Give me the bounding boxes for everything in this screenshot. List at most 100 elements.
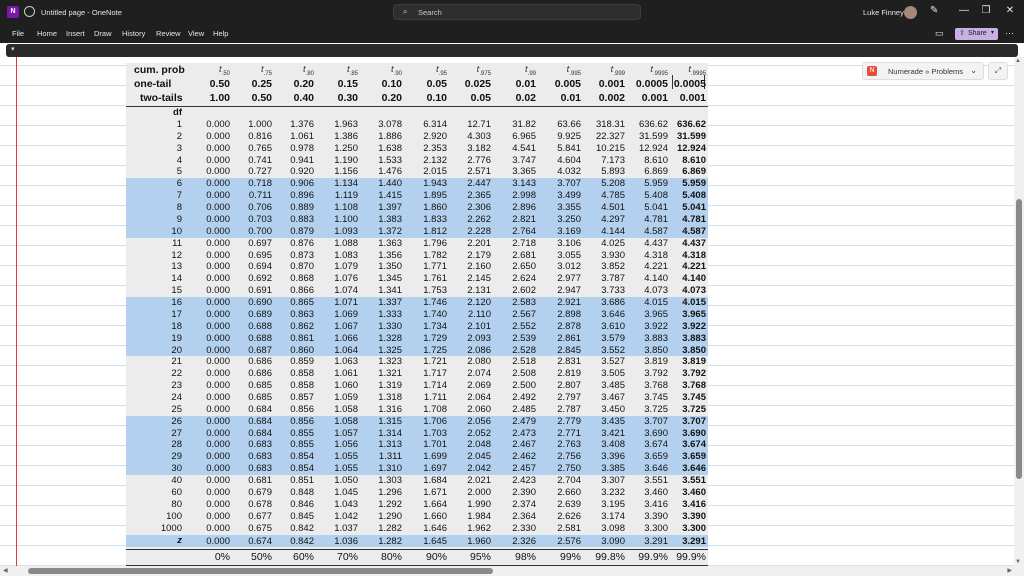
value-cell: 4.144 — [601, 225, 625, 237]
scroll-up-icon[interactable]: ▲ — [1015, 58, 1021, 64]
value-cell: 0.000 — [206, 225, 230, 237]
value-cell: 1.063 — [334, 356, 358, 368]
vertical-scrollbar[interactable]: ▲ ▼ — [1014, 57, 1024, 566]
table-row: 10 0.000 0.700 0.879 1.093 1.372 1.812 2.228 2.7… — [126, 225, 708, 238]
value-cell: 1.895 — [423, 190, 447, 202]
value-cell: 1.333 — [378, 308, 402, 320]
value-cell: 4.604 — [557, 154, 581, 166]
value-cell: 2.650 — [512, 261, 536, 273]
value-cell: 2.539 — [512, 332, 536, 344]
value-cell: 1.796 — [423, 237, 447, 249]
value-cell: 3.098 — [601, 522, 625, 534]
value-cell: 1.337 — [378, 297, 402, 309]
value-cell: 2.042 — [467, 463, 491, 475]
df-cell: 100 — [166, 510, 182, 522]
value-cell: 1.533 — [378, 154, 402, 166]
confidence-cell: 99.9% — [676, 551, 706, 563]
value-cell: 1.721 — [423, 356, 447, 368]
scroll-thumb-horizontal[interactable] — [28, 568, 493, 574]
sync-icon[interactable] — [24, 6, 35, 17]
value-cell: 2.492 — [512, 392, 536, 403]
df-cell: 5 — [176, 166, 182, 178]
value-cell: 2.779 — [557, 415, 581, 427]
value-cell: 1.190 — [334, 154, 358, 166]
user-name[interactable]: Luke Finney — [863, 8, 904, 17]
value-cell: 3.733 — [601, 285, 625, 297]
minimize-button[interactable]: — — [957, 5, 971, 16]
search-box[interactable]: ⌕ Search — [393, 4, 641, 20]
two-tails-cell: 0.002 — [598, 92, 625, 104]
expand-ribbon-icon[interactable]: ▾ — [11, 45, 15, 53]
df-label: df — [173, 107, 182, 118]
comment-icon[interactable]: ▭ — [935, 28, 944, 39]
df-cell: 18 — [171, 320, 182, 332]
value-cell: 2.160 — [467, 261, 491, 273]
close-button[interactable]: ✕ — [1003, 5, 1017, 16]
menu-review[interactable]: Review — [156, 29, 181, 38]
df-cell: 22 — [171, 368, 182, 380]
value-cell: 2.821 — [512, 213, 536, 225]
two-tails-cell: 0.30 — [337, 92, 358, 104]
menu-history[interactable]: History — [122, 29, 145, 38]
df-cell: 27 — [171, 427, 182, 439]
value-cell: 1.761 — [423, 273, 447, 285]
one-tail-cell: 0.001 — [598, 78, 625, 90]
value-cell: 2.947 — [557, 285, 581, 297]
value-cell: 0.851 — [290, 475, 314, 487]
value-cell: 0.000 — [206, 142, 230, 154]
value-cell: 0.000 — [206, 130, 230, 142]
value-cell: 12.71 — [467, 119, 491, 130]
value-cell: 1.714 — [423, 380, 447, 392]
value-cell: 2.518 — [512, 356, 536, 368]
value-cell: 0.686 — [248, 368, 272, 380]
value-cell: 4.297 — [601, 213, 625, 225]
value-cell: 3.579 — [601, 332, 625, 344]
df-cell: 2 — [176, 130, 182, 142]
expand-icon[interactable]: ⤢ — [988, 62, 1008, 80]
page-canvas[interactable]: cum. prob one-tail two-tails df 1 0.000 1.… — [0, 57, 1014, 566]
value-cell: 2.998 — [512, 190, 536, 202]
value-cell: 0.683 — [248, 451, 272, 463]
more-options-icon[interactable]: ⋯ — [1005, 28, 1014, 39]
value-cell: 1.397 — [378, 202, 402, 214]
value-cell: 1.734 — [423, 320, 447, 332]
scroll-down-icon[interactable]: ▼ — [1015, 559, 1021, 565]
scroll-right-icon[interactable]: ▶ — [1007, 567, 1012, 574]
menu-help[interactable]: Help — [213, 29, 228, 38]
value-cell: 3.674 — [682, 439, 706, 451]
share-icon: ⇧ — [959, 30, 965, 37]
confidence-cell: 99% — [559, 551, 581, 563]
scroll-left-icon[interactable]: ◀ — [3, 567, 8, 574]
value-cell: 1.376 — [290, 119, 314, 130]
df-cell: 11 — [172, 237, 182, 249]
numerade-popup[interactable]: N Numerade » Problems ⌄ — [862, 62, 984, 80]
value-cell: 1.350 — [378, 261, 402, 273]
value-cell: 1.050 — [334, 475, 358, 487]
avatar[interactable] — [904, 6, 917, 19]
horizontal-scrollbar[interactable]: ◀ ▶ — [0, 566, 1024, 576]
maximize-button[interactable]: ❐ — [979, 5, 993, 16]
scroll-thumb[interactable] — [1016, 199, 1022, 479]
menu-home[interactable]: Home — [37, 29, 57, 38]
menu-file[interactable]: File — [12, 29, 24, 38]
menu-insert[interactable]: Insert — [66, 29, 85, 38]
value-cell: 4.303 — [467, 130, 491, 142]
value-cell: 1.066 — [334, 332, 358, 344]
table-row: 4 0.000 0.741 0.941 1.190 1.533 2.132 2.776 3.74… — [126, 155, 708, 167]
value-cell: 5.841 — [557, 142, 581, 154]
menu-view[interactable]: View — [188, 29, 204, 38]
table-row: 30 0.000 0.683 0.854 1.055 1.310 1.697 2.042 2.4… — [126, 463, 708, 476]
value-cell: 4.140 — [682, 273, 706, 285]
value-cell: 0.689 — [248, 308, 272, 320]
menu-draw[interactable]: Draw — [94, 29, 112, 38]
z-value-cell: 0.842 — [290, 536, 314, 547]
share-button[interactable]: ⇧ Share ▾ — [955, 28, 998, 40]
pen-icon[interactable]: ✎ — [930, 5, 938, 16]
z-value-cell: 3.090 — [601, 536, 625, 547]
value-cell: 1.328 — [378, 332, 402, 344]
value-cell: 1.697 — [423, 463, 447, 475]
value-cell: 4.541 — [512, 142, 536, 154]
value-cell: 1.833 — [423, 213, 447, 225]
value-cell: 3.435 — [601, 415, 625, 427]
value-cell: 0.681 — [248, 475, 272, 487]
